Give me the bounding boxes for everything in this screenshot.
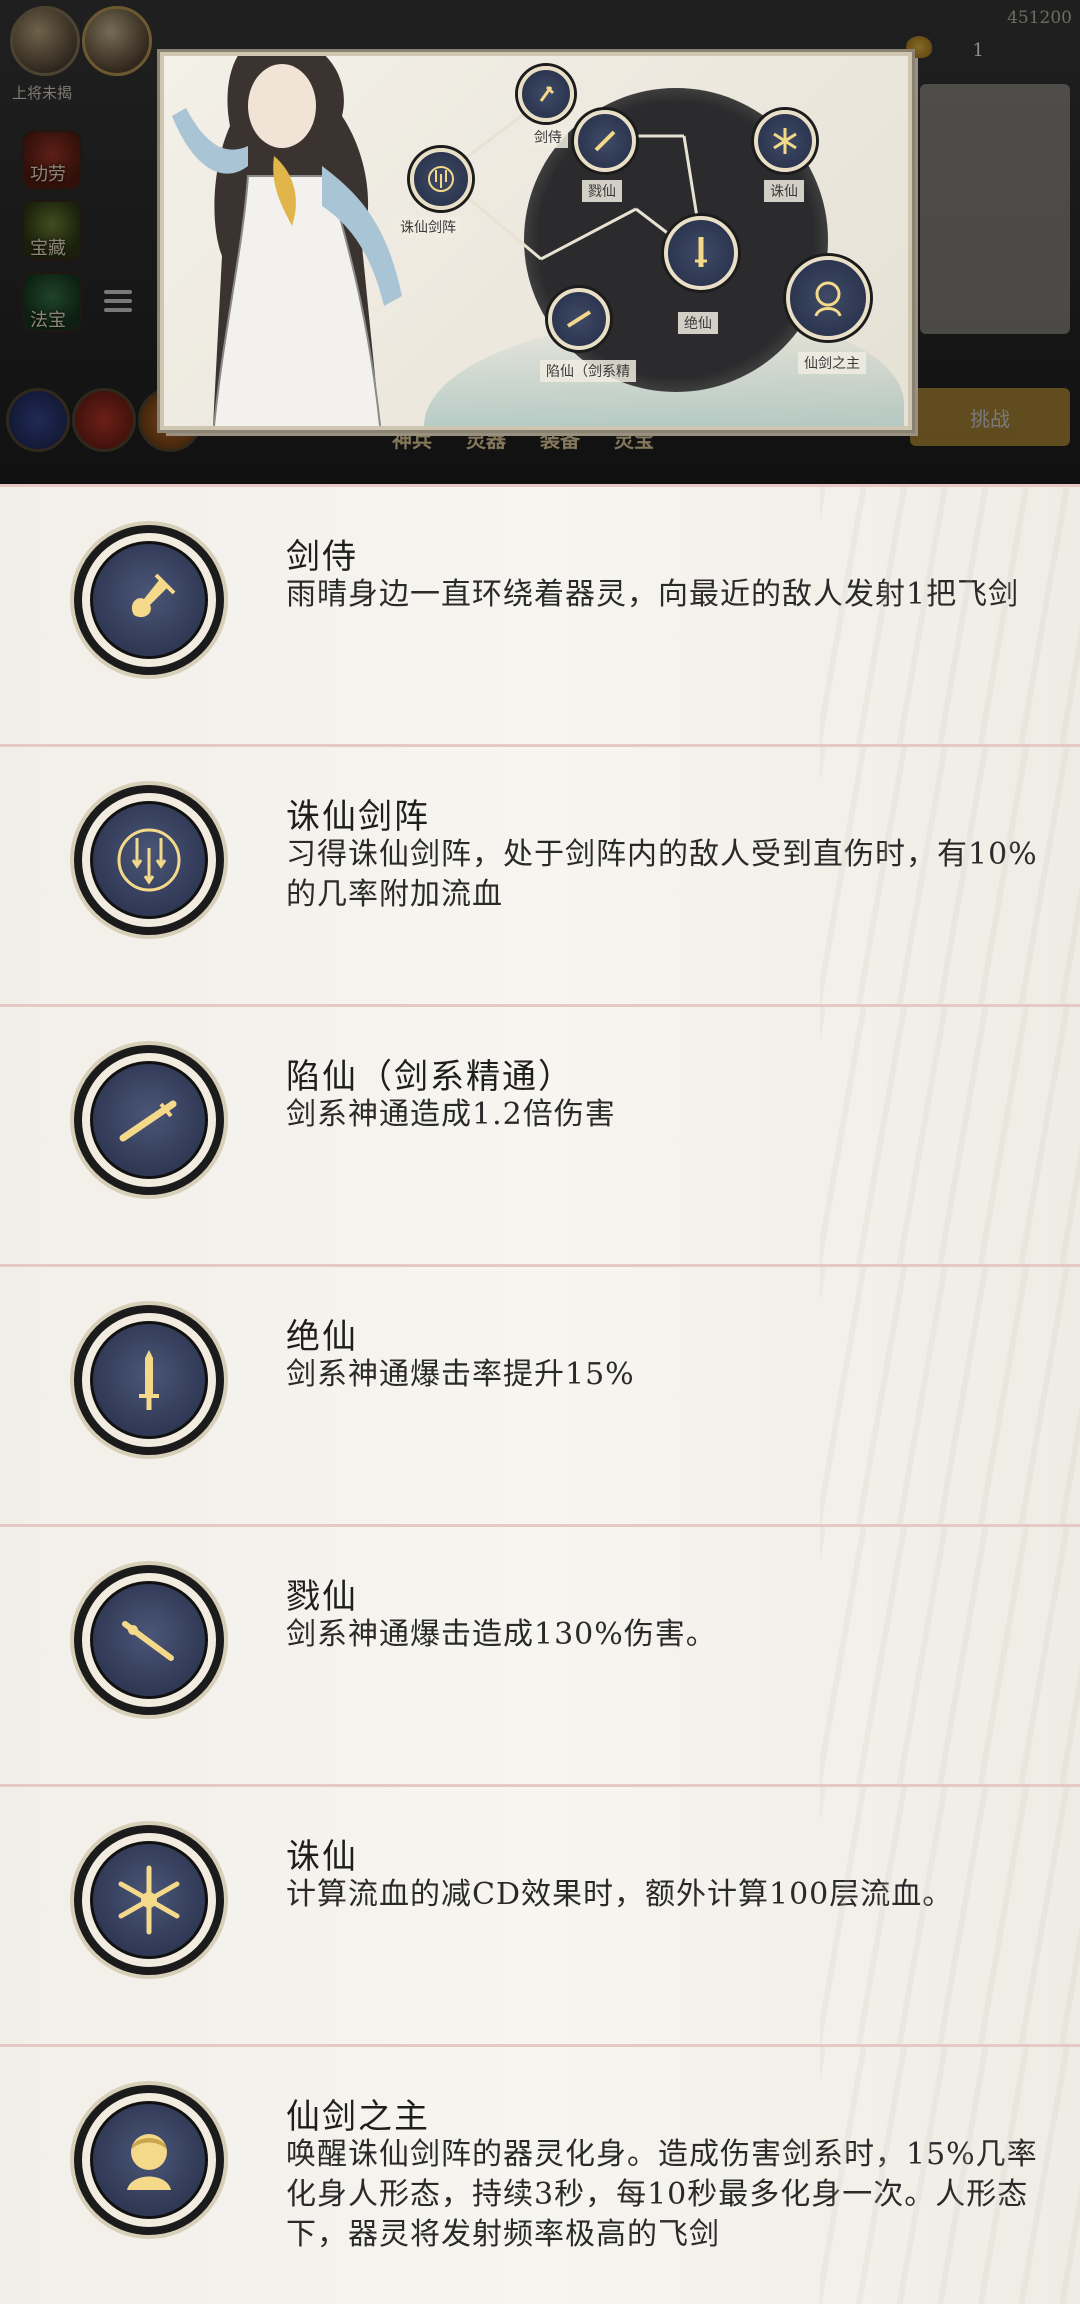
sword-slash-icon: [119, 1100, 177, 1142]
skill-desc: 剑系神通爆击率提升15%: [286, 1357, 635, 1392]
skill-name: 陷仙（剑系精通）: [286, 1057, 574, 1097]
skill-row[interactable]: 仙剑之主 唤醒诛仙剑阵的器灵化身。造成伤害剑系时，15%几率化身人形态，持续3秒…: [0, 2044, 1080, 2304]
skill-icon-frame: [74, 1565, 224, 1715]
tree-node-juexian[interactable]: [664, 216, 738, 290]
skill-icon-frame: [74, 1045, 224, 1195]
skill-row[interactable]: 诛仙 计算流血的减CD效果时，额外计算100层流血。: [0, 1784, 1080, 2044]
tree-node-label: 陷仙（剑系精: [540, 360, 636, 382]
tree-node-label: 戮仙: [582, 180, 622, 202]
skill-name: 戮仙: [286, 1577, 358, 1617]
sword-array-icon: [117, 828, 181, 892]
sword-diagonal-icon: [122, 1621, 174, 1661]
sword-hilt-icon: [539, 85, 555, 102]
skill-name: 仙剑之主: [286, 2097, 430, 2137]
spirit-avatar-icon: [127, 2134, 171, 2190]
tree-node-label: 诛仙: [764, 180, 804, 202]
skill-desc: 剑系神通爆击造成130%伤害。: [286, 1617, 717, 1652]
skill-icon-frame: [74, 525, 224, 675]
skill-row[interactable]: 绝仙 剑系神通爆击率提升15%: [0, 1264, 1080, 1524]
skill-desc: 雨晴身边一直环绕着器灵，向最近的敌人发射1把飞剑: [286, 577, 1020, 612]
skill-name: 绝仙: [286, 1317, 358, 1357]
tree-node-zhuxian-jianzhen[interactable]: [410, 148, 472, 210]
game-background: 上将未揭 功劳 宝藏 法宝 神兵 灵器 装备 灵宝 451200 1 挑战 剑侍…: [0, 0, 1080, 484]
skill-icon-frame: [74, 1825, 224, 1975]
skill-desc: 唤醒诛仙剑阵的器灵化身。造成伤害剑系时，15%几率化身人形态，持续3秒，每10秒…: [286, 2137, 1038, 2252]
skill-desc: 剑系神通造成1.2倍伤害: [286, 1097, 616, 1132]
tree-node-label: 诛仙剑阵: [394, 216, 462, 238]
skill-name: 剑侍: [286, 537, 358, 577]
skill-name: 诛仙: [286, 1837, 358, 1877]
spirit-avatar-icon: [814, 281, 842, 317]
tree-node-xianxian[interactable]: [548, 288, 610, 350]
sword-vertical-icon: [139, 1350, 159, 1410]
skill-tree-popup: 剑侍 诛仙剑阵 戮仙 诛仙 陷仙（剑系精 绝仙 仙剑之主: [160, 52, 912, 430]
skill-list: 剑侍 雨晴身边一直环绕着器灵，向最近的敌人发射1把飞剑 诛仙剑阵 习得诛仙剑阵，…: [0, 484, 1080, 2304]
skill-row[interactable]: 剑侍 雨晴身边一直环绕着器灵，向最近的敌人发射1把飞剑: [0, 484, 1080, 744]
tree-node-zhuxian[interactable]: [754, 110, 816, 172]
skill-icon-frame: [74, 1305, 224, 1455]
sword-star-icon: [118, 1865, 180, 1935]
tree-node-lunxian[interactable]: [574, 110, 636, 172]
skill-icon-frame: [74, 2085, 224, 2235]
tree-node-label: 绝仙: [678, 312, 718, 334]
tree-node-jianshi[interactable]: [518, 66, 574, 122]
sword-star-icon: [773, 128, 797, 154]
skill-icon-frame: [74, 785, 224, 935]
sword-slash-icon: [566, 310, 592, 328]
sword-hilt-icon: [131, 573, 176, 618]
tree-node-xianjianzhizhu[interactable]: [786, 256, 870, 340]
skill-desc: 习得诛仙剑阵，处于剑阵内的敌人受到直伤时，有10%的几率附加流血: [286, 837, 1038, 912]
sword-vertical-icon: [695, 237, 707, 267]
skill-desc: 计算流血的减CD效果时，额外计算100层流血。: [286, 1877, 954, 1912]
skill-row[interactable]: 戮仙 剑系神通爆击造成130%伤害。: [0, 1524, 1080, 1784]
sword-array-icon: [428, 166, 454, 192]
skill-row[interactable]: 陷仙（剑系精通） 剑系神通造成1.2倍伤害: [0, 1004, 1080, 1264]
tree-node-label: 剑侍: [528, 126, 568, 148]
sword-diagonal-icon: [594, 130, 616, 152]
skill-name: 诛仙剑阵: [286, 797, 430, 837]
skill-row[interactable]: 诛仙剑阵 习得诛仙剑阵，处于剑阵内的敌人受到直伤时，有10%的几率附加流血: [0, 744, 1080, 1004]
tree-node-label: 仙剑之主: [798, 352, 866, 374]
